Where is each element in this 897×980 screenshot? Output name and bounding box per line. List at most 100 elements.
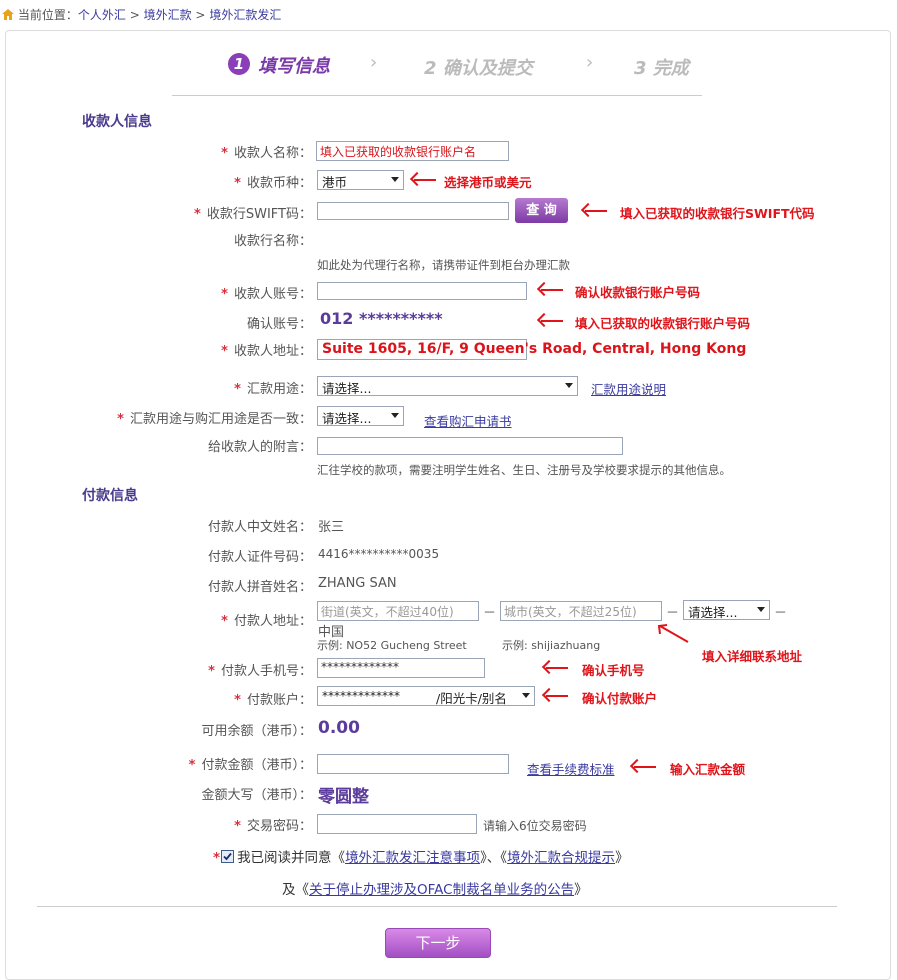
- fee-standard-link[interactable]: 查看手续费标准: [527, 759, 615, 778]
- payee-section-title: 收款人信息: [82, 114, 152, 130]
- step-1-badge: 1: [228, 53, 250, 75]
- confirm-account-label: 确认账号：: [246, 317, 312, 332]
- purpose-help-link[interactable]: 汇款用途说明: [591, 379, 666, 398]
- purchase-application-link[interactable]: 查看购汇申请书: [424, 411, 512, 430]
- payee-name-label: * 收款人名称：: [221, 146, 312, 161]
- breadcrumb-item-remit-send[interactable]: 境外汇款发汇: [209, 8, 281, 22]
- payer-account-select[interactable]: *************/阳光卡/别名: [317, 686, 535, 706]
- breadcrumb-separator: >: [129, 8, 140, 22]
- payer-address-label: * 付款人地址：: [221, 614, 312, 629]
- message-hint: 汇往学校的款项，需要注明学生姓名、生日、注册号及学校要求提示的其他信息。: [317, 463, 731, 477]
- confirm-account-note: 填入已获取的收款银行账户号码: [575, 316, 751, 331]
- address-dash: －: [666, 606, 680, 621]
- step-2-label: 2 确认及提交: [424, 58, 533, 79]
- payer-phone-note: 确认手机号: [582, 663, 645, 678]
- password-label: * 交易密码：: [234, 819, 312, 834]
- step-3-label: 3 完成: [634, 58, 689, 79]
- bank-hint: 如此处为代理行名称，请携带证件到柜台办理汇款: [317, 258, 570, 272]
- ofac-notice-link[interactable]: 关于停止办理涉及OFAC制裁名单业务的公告: [309, 882, 574, 898]
- payer-pinyin-value: ZHANG SAN: [318, 576, 397, 591]
- swift-note: 填入已获取的收款银行SWIFT代码: [620, 206, 815, 221]
- agreement-prefix: 我已阅读并同意《: [237, 850, 346, 866]
- uppercase-value: 零圆整: [318, 787, 369, 807]
- annotation-arrow: [634, 766, 656, 768]
- swift-input[interactable]: [317, 202, 509, 220]
- chevron-right-icon: ›: [586, 52, 594, 73]
- bank-name-label: 收款行名称：: [233, 234, 312, 249]
- payer-account-note: 确认付款账户: [582, 691, 658, 706]
- bottom-divider: [37, 906, 837, 907]
- agreement-checkbox[interactable]: [221, 850, 235, 863]
- amount-input[interactable]: [317, 754, 509, 774]
- swift-query-button[interactable]: 查 询: [515, 198, 568, 223]
- city-input[interactable]: 城市(英文，不超过25位): [500, 601, 662, 621]
- payer-pinyin-label: 付款人拼音姓名：: [207, 580, 312, 595]
- payer-phone-label: * 付款人手机号：: [208, 664, 312, 679]
- purpose-select[interactable]: 请选择...: [317, 376, 578, 396]
- payer-id-value: 4416**********0035: [318, 547, 440, 561]
- payee-name-input[interactable]: 填入已获取的收款银行账户名: [316, 141, 509, 161]
- breadcrumb-item-overseas-remit[interactable]: 境外汇款: [144, 8, 192, 22]
- payer-cn-name-label: 付款人中文姓名：: [207, 520, 312, 535]
- password-hint: 请输入6位交易密码: [483, 819, 587, 833]
- swift-label: * 收款行SWIFT码：: [194, 207, 312, 222]
- required-star: *: [213, 850, 221, 866]
- annotation-arrow: [585, 210, 607, 212]
- agreement-line: * 我已阅读并同意《境外汇款发汇注意事项》、《境外汇款合规提示》: [213, 846, 629, 866]
- street-input[interactable]: 街道(英文，不超过40位): [317, 601, 479, 621]
- address-dash: －: [483, 606, 497, 621]
- remit-notice-link[interactable]: 境外汇款发汇注意事项: [345, 850, 480, 866]
- uppercase-label: 金额大写（港币）：: [201, 788, 312, 803]
- breadcrumb-separator: >: [195, 8, 206, 22]
- message-label: 给收款人的附言：: [207, 440, 312, 455]
- purpose-label: * 汇款用途：: [234, 382, 312, 397]
- amount-label: * 付款金额（港币）：: [188, 758, 312, 773]
- currency-select[interactable]: 港币: [317, 170, 404, 190]
- payer-id-label: 付款人证件号码：: [207, 550, 312, 565]
- currency-label: * 收款币种：: [234, 176, 312, 191]
- amount-note: 输入汇款金额: [670, 762, 746, 777]
- agreement-line2-prefix: 及《: [282, 882, 309, 898]
- annotation-arrow: [546, 695, 568, 697]
- payer-account-label: * 付款账户：: [234, 693, 312, 708]
- city-example: 示例: shijiazhuang: [502, 639, 601, 652]
- home-icon: [2, 9, 14, 20]
- next-step-button[interactable]: 下一步: [385, 928, 491, 958]
- annotation-arrow: [414, 179, 436, 181]
- province-select[interactable]: 请选择...: [683, 600, 770, 620]
- password-input[interactable]: [317, 814, 477, 834]
- agreement-suffix: 》: [615, 850, 629, 866]
- balance-label: 可用余额（港币）：: [201, 724, 312, 739]
- step-1-label: 填写信息: [258, 56, 330, 77]
- payee-account-note: 确认收款银行账户号码: [575, 285, 701, 300]
- payer-section-title: 付款信息: [82, 488, 138, 504]
- payee-account-input[interactable]: [317, 282, 527, 300]
- street-example: 示例: NO52 Gucheng Street: [317, 639, 467, 652]
- address-dash: －: [774, 606, 788, 621]
- breadcrumb: 当前位置：个人外汇 > 境外汇款 > 境外汇款发汇: [2, 6, 281, 23]
- agreement-line-2: 及《关于停止办理涉及OFAC制裁名单业务的公告》: [282, 878, 588, 898]
- currency-note: 选择港币或美元: [444, 175, 532, 190]
- annotation-arrow: [541, 320, 563, 322]
- consistent-label: * 汇款用途与购汇用途是否一致：: [117, 412, 312, 427]
- payee-address-value: Suite 1605, 16/F, 9 Queen's Road, Centra…: [322, 341, 747, 357]
- payee-address-label: * 收款人地址：: [221, 344, 312, 359]
- message-input[interactable]: [317, 437, 623, 455]
- payer-address-note: 填入详细联系地址: [702, 649, 803, 664]
- agreement-line2-suffix: 》: [574, 882, 588, 898]
- annotation-arrow: [546, 667, 568, 669]
- payer-cn-name-value: 张三: [318, 520, 345, 535]
- confirm-account-value: 012 **********: [320, 309, 443, 328]
- breadcrumb-item-personal-fx[interactable]: 个人外汇: [78, 8, 126, 22]
- balance-value: 0.00: [318, 718, 360, 738]
- breadcrumb-label: 当前位置：: [17, 8, 78, 22]
- compliance-notice-link[interactable]: 境外汇款合规提示: [507, 850, 615, 866]
- consistent-select[interactable]: 请选择...: [317, 406, 404, 426]
- payer-phone-input[interactable]: *************: [317, 658, 485, 678]
- chevron-right-icon: ›: [370, 52, 378, 73]
- annotation-arrow-diagonal: [657, 624, 689, 643]
- annotation-arrow: [541, 289, 563, 291]
- steps-divider: [172, 95, 702, 96]
- agreement-mid: 》、《: [480, 850, 508, 866]
- payee-account-label: * 收款人账号：: [221, 287, 312, 302]
